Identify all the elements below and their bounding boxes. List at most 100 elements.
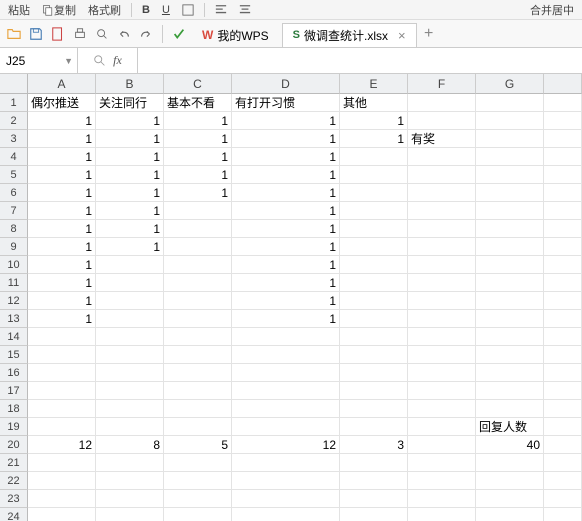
row-header-13[interactable]: 13 xyxy=(0,310,28,328)
cell-C8[interactable] xyxy=(164,220,232,238)
cell-G5[interactable] xyxy=(476,166,544,184)
cell-A11[interactable]: 1 xyxy=(28,274,96,292)
cell-C3[interactable]: 1 xyxy=(164,130,232,148)
cell-D5[interactable]: 1 xyxy=(232,166,340,184)
cell-A8[interactable]: 1 xyxy=(28,220,96,238)
cell-D7[interactable]: 1 xyxy=(232,202,340,220)
print-button[interactable] xyxy=(70,24,90,44)
cell-B18[interactable] xyxy=(96,400,164,418)
cell-A4[interactable]: 1 xyxy=(28,148,96,166)
cell-B3[interactable]: 1 xyxy=(96,130,164,148)
cell-C21[interactable] xyxy=(164,454,232,472)
cell-G8[interactable] xyxy=(476,220,544,238)
row-header-21[interactable]: 21 xyxy=(0,454,28,472)
cell-B5[interactable]: 1 xyxy=(96,166,164,184)
row-header-19[interactable]: 19 xyxy=(0,418,28,436)
cell-A22[interactable] xyxy=(28,472,96,490)
cell-C13[interactable] xyxy=(164,310,232,328)
cell-A20[interactable]: 12 xyxy=(28,436,96,454)
cell-D21[interactable] xyxy=(232,454,340,472)
cell-E10[interactable] xyxy=(340,256,408,274)
open-button[interactable] xyxy=(4,24,24,44)
cell-C20[interactable]: 5 xyxy=(164,436,232,454)
cell-C7[interactable] xyxy=(164,202,232,220)
cell-F19[interactable] xyxy=(408,418,476,436)
cell-B17[interactable] xyxy=(96,382,164,400)
row-header-18[interactable]: 18 xyxy=(0,400,28,418)
add-tab-button[interactable]: + xyxy=(419,25,439,43)
cell-F21[interactable] xyxy=(408,454,476,472)
cell-E18[interactable] xyxy=(340,400,408,418)
export-pdf-button[interactable] xyxy=(48,24,68,44)
cell-D1[interactable]: 有打开习惯 xyxy=(232,94,340,112)
cell-A3[interactable]: 1 xyxy=(28,130,96,148)
cell-F9[interactable] xyxy=(408,238,476,256)
cell-E9[interactable] xyxy=(340,238,408,256)
search-icon[interactable] xyxy=(93,54,107,68)
cell-D11[interactable]: 1 xyxy=(232,274,340,292)
row-header-7[interactable]: 7 xyxy=(0,202,28,220)
cell-A24[interactable] xyxy=(28,508,96,521)
row-header-20[interactable]: 20 xyxy=(0,436,28,454)
cell-F4[interactable] xyxy=(408,148,476,166)
row-header-8[interactable]: 8 xyxy=(0,220,28,238)
col-header-C[interactable]: C xyxy=(164,74,232,94)
cell-F13[interactable] xyxy=(408,310,476,328)
cell-D3[interactable]: 1 xyxy=(232,130,340,148)
cell-F7[interactable] xyxy=(408,202,476,220)
cell-C23[interactable] xyxy=(164,490,232,508)
cell-E22[interactable] xyxy=(340,472,408,490)
cell-D13[interactable]: 1 xyxy=(232,310,340,328)
cell-G9[interactable] xyxy=(476,238,544,256)
format-painter-button[interactable]: 格式刷 xyxy=(84,1,125,19)
cell-D14[interactable] xyxy=(232,328,340,346)
cell-B8[interactable]: 1 xyxy=(96,220,164,238)
cell-D9[interactable]: 1 xyxy=(232,238,340,256)
cell-A19[interactable] xyxy=(28,418,96,436)
cell-A1[interactable]: 偶尔推送 xyxy=(28,94,96,112)
cell-B12[interactable] xyxy=(96,292,164,310)
cell-F16[interactable] xyxy=(408,364,476,382)
cell-E19[interactable] xyxy=(340,418,408,436)
cell-E20[interactable]: 3 xyxy=(340,436,408,454)
cell-C11[interactable] xyxy=(164,274,232,292)
cell-F8[interactable] xyxy=(408,220,476,238)
cell-E1[interactable]: 其他 xyxy=(340,94,408,112)
cell-E23[interactable] xyxy=(340,490,408,508)
cell-F10[interactable] xyxy=(408,256,476,274)
cell-E4[interactable] xyxy=(340,148,408,166)
cell-C16[interactable] xyxy=(164,364,232,382)
cell-B14[interactable] xyxy=(96,328,164,346)
select-all-corner[interactable] xyxy=(0,74,28,94)
row-header-17[interactable]: 17 xyxy=(0,382,28,400)
cell-F14[interactable] xyxy=(408,328,476,346)
cell-G12[interactable] xyxy=(476,292,544,310)
cell-G20[interactable]: 40 xyxy=(476,436,544,454)
row-header-3[interactable]: 3 xyxy=(0,130,28,148)
formula-input[interactable] xyxy=(138,48,582,73)
cell-D22[interactable] xyxy=(232,472,340,490)
cell-G13[interactable] xyxy=(476,310,544,328)
cell-G17[interactable] xyxy=(476,382,544,400)
cell-B4[interactable]: 1 xyxy=(96,148,164,166)
row-header-10[interactable]: 10 xyxy=(0,256,28,274)
cell-B13[interactable] xyxy=(96,310,164,328)
cell-G4[interactable] xyxy=(476,148,544,166)
cell-C12[interactable] xyxy=(164,292,232,310)
cell-G22[interactable] xyxy=(476,472,544,490)
bold-button[interactable]: B xyxy=(138,1,154,19)
cell-A12[interactable]: 1 xyxy=(28,292,96,310)
cell-F18[interactable] xyxy=(408,400,476,418)
cell-D2[interactable]: 1 xyxy=(232,112,340,130)
cell-B11[interactable] xyxy=(96,274,164,292)
align-center-button[interactable] xyxy=(235,1,255,19)
merge-center-button[interactable]: 合并居中 xyxy=(526,1,578,19)
row-header-15[interactable]: 15 xyxy=(0,346,28,364)
row-header-9[interactable]: 9 xyxy=(0,238,28,256)
cell-E16[interactable] xyxy=(340,364,408,382)
cell-B9[interactable]: 1 xyxy=(96,238,164,256)
name-box[interactable]: J25 ▼ xyxy=(0,48,78,73)
cell-A2[interactable]: 1 xyxy=(28,112,96,130)
row-header-12[interactable]: 12 xyxy=(0,292,28,310)
cell-D10[interactable]: 1 xyxy=(232,256,340,274)
